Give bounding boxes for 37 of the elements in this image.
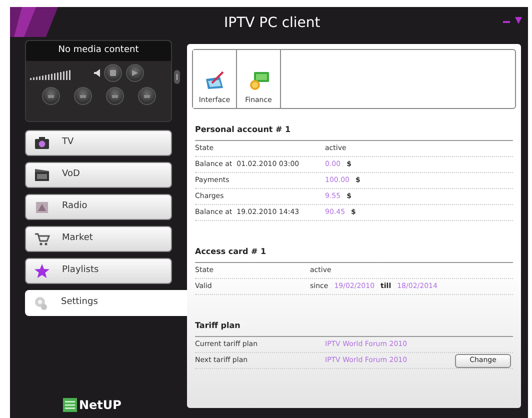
money-icon [248, 70, 270, 90]
star-icon [34, 264, 50, 278]
play-icon [132, 70, 138, 76]
section-title: Access card # 1 [195, 247, 266, 256]
sidebar-item[interactable]: TV [25, 130, 172, 156]
bar-icon [112, 94, 118, 98]
section-title: Tariff plan [195, 321, 240, 330]
play-button[interactable] [126, 64, 144, 82]
section-title: Personal account # 1 [195, 125, 291, 134]
media-display: No media content [26, 41, 171, 61]
bar-icon [144, 94, 150, 98]
bar-icon [80, 94, 86, 98]
radio-icon [34, 200, 50, 214]
camera-icon [34, 136, 50, 150]
sidebar-item[interactable]: Market [25, 226, 172, 252]
cart-icon [34, 232, 50, 246]
sidebar-item[interactable]: VoD [25, 162, 172, 188]
logo-icon [63, 398, 77, 412]
paint-brush-icon [204, 70, 226, 90]
speaker-icon[interactable] [94, 69, 100, 77]
sidebar-item[interactable]: Settings [25, 290, 187, 316]
round-button[interactable] [42, 87, 60, 105]
expand-handle-icon[interactable] [174, 70, 180, 84]
sidebar-item[interactable]: Radio [25, 194, 172, 220]
stop-button[interactable] [104, 64, 122, 82]
film-icon [34, 168, 50, 182]
close-icon[interactable] [515, 17, 522, 24]
logo-text: NetUP [79, 397, 122, 414]
curtain-drawing [10, 7, 58, 37]
bar-icon [48, 94, 54, 98]
window-title: IPTV PC client [224, 14, 320, 33]
round-button[interactable] [138, 87, 156, 105]
sidebar-item[interactable]: Playlists [25, 258, 172, 284]
round-button[interactable] [106, 87, 124, 105]
round-button[interactable] [74, 87, 92, 105]
gear-icon [33, 296, 49, 310]
stop-icon [110, 70, 116, 76]
